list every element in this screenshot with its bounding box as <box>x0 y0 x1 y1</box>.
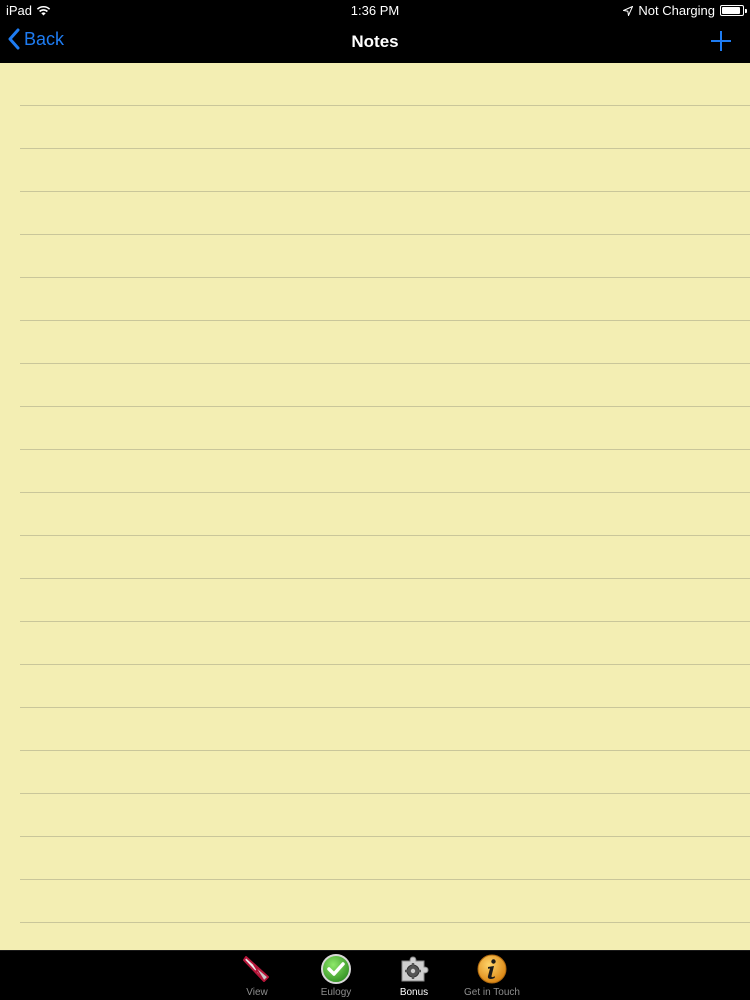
status-right: Not Charging <box>623 3 747 18</box>
charging-status: Not Charging <box>638 3 715 18</box>
app-screen: iPad 1:36 PM Not Charging Back Notes Vie… <box>0 0 750 1000</box>
tab-bar: View Eulogy Bonus Get in Touch <box>0 950 750 1000</box>
battery-nub <box>745 9 747 13</box>
tab-eulogy[interactable]: Eulogy <box>297 953 375 1000</box>
location-arrow-icon <box>623 5 634 16</box>
tab-label-get-in-touch: Get in Touch <box>464 987 520 998</box>
status-bar: iPad 1:36 PM Not Charging <box>0 0 750 22</box>
notepad <box>0 63 750 950</box>
checkmark-icon <box>321 954 351 984</box>
page-title: Notes <box>351 32 399 51</box>
gear-puzzle-icon <box>401 956 429 982</box>
info-icon <box>477 954 507 984</box>
tab-view[interactable]: View <box>218 953 296 1000</box>
tab-bonus[interactable]: Bonus <box>375 953 453 1000</box>
battery-fill <box>722 7 740 14</box>
tab-get-in-touch[interactable]: Get in Touch <box>453 953 531 1000</box>
navigation-bar: Back Notes <box>0 22 750 63</box>
notes-text-area[interactable] <box>20 63 750 950</box>
tab-label-eulogy: Eulogy <box>320 987 352 998</box>
pen-nib-icon <box>243 956 269 982</box>
battery-icon <box>720 5 747 16</box>
tab-label-view: View <box>246 987 268 998</box>
add-note-button[interactable] <box>708 28 734 54</box>
plus-icon <box>711 31 731 51</box>
tab-label-bonus: Bonus <box>399 987 429 998</box>
